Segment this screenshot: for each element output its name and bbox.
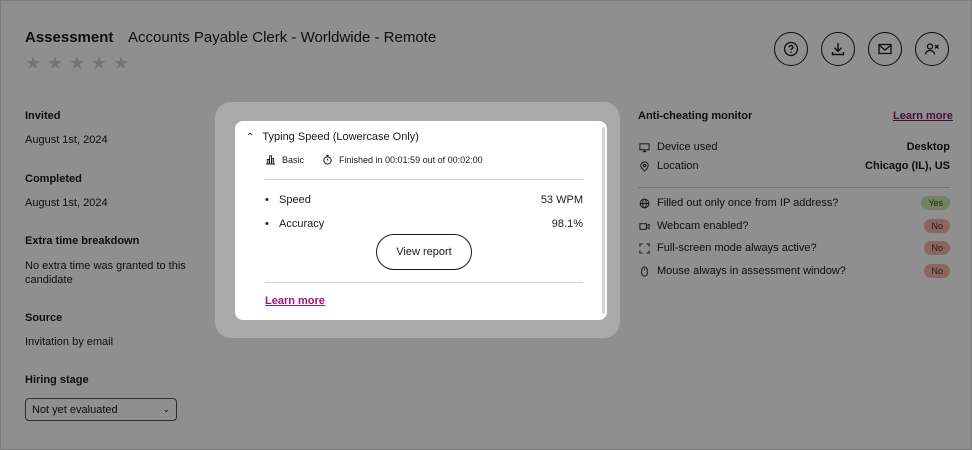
test-title: Typing Speed (Lowercase Only) (262, 131, 419, 143)
speed-row: • Speed 53 WPM (265, 194, 583, 206)
test-duration: Finished in 00:01:59 out of 00:02:00 (339, 154, 483, 165)
duration-group: Finished in 00:01:59 out of 00:02:00 (322, 154, 483, 165)
stopwatch-icon (323, 154, 332, 165)
view-report-button[interactable]: View report (376, 234, 472, 270)
test-level: Basic (282, 154, 305, 165)
accuracy-label: Accuracy (279, 218, 325, 230)
window-frame: Assessment Accounts Payable Clerk - Worl… (0, 0, 972, 450)
speed-value: 53 WPM (540, 194, 583, 206)
bullet: • (265, 218, 269, 230)
speed-label: Speed (279, 194, 311, 206)
chevron-up-icon[interactable]: ⌃ (246, 132, 254, 143)
test-title-row[interactable]: ⌃ Typing Speed (Lowercase Only) (246, 131, 419, 143)
bullet: • (265, 194, 269, 206)
test-meta: Basic Finished in 00:01:59 out of 00:02:… (265, 154, 495, 165)
accuracy-row: • Accuracy 98.1% (265, 218, 583, 230)
level-group: Basic (265, 154, 304, 165)
test-result-dialog: ⌃ Typing Speed (Lowercase Only) Basic Fi… (235, 121, 607, 320)
learn-more-link[interactable]: Learn more (265, 295, 325, 307)
divider (265, 179, 583, 180)
scrollbar[interactable] (602, 127, 605, 314)
accuracy-value: 98.1% (551, 218, 583, 230)
divider (265, 282, 583, 283)
bar-chart-icon (265, 155, 276, 165)
